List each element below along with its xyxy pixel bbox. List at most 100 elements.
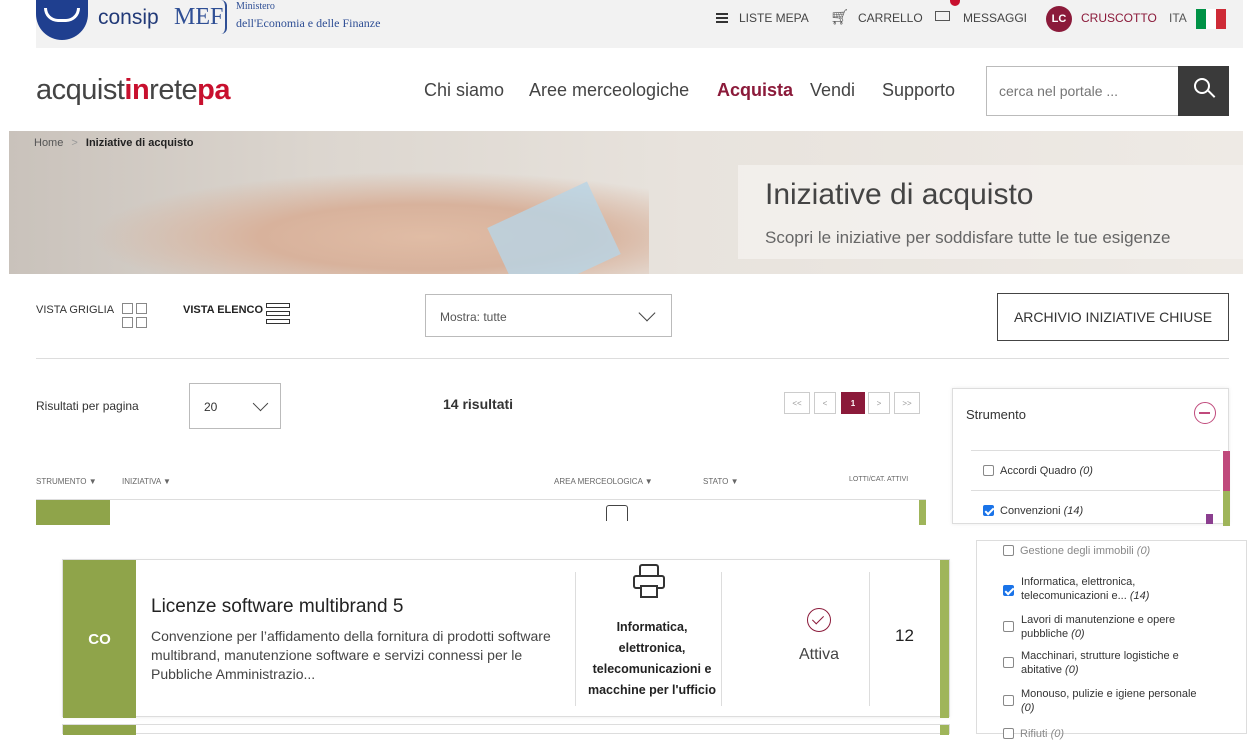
ministero-line2: dell'Economia e delle Finanze — [236, 16, 381, 30]
nav-item-supporto[interactable]: Supporto — [882, 80, 955, 101]
consip-label[interactable]: consip — [98, 6, 159, 30]
archive-button[interactable]: ARCHIVIO INIZIATIVE CHIUSE — [997, 293, 1229, 341]
menu-icon[interactable] — [716, 13, 728, 15]
table-header-iniziativa[interactable]: INIZIATIVA ▼ — [122, 477, 171, 486]
result-row[interactable]: CO Licenze software multibrand 5 Convenz… — [62, 559, 950, 718]
status-label: Attiva — [798, 646, 839, 663]
sidebar-item-area-3[interactable]: Macchinari, strutture logistiche e abita… — [1003, 649, 1213, 677]
list-icon[interactable] — [266, 303, 290, 327]
row-preview-badge — [36, 500, 110, 525]
site-logo[interactable]: acquistinretepa — [36, 74, 230, 107]
area-label: Informatica, elettronica, telecomunicazi… — [587, 620, 716, 697]
nav-item-vendi[interactable]: Vendi — [810, 80, 855, 101]
area-label-2: Lavori di manutenzione e opere pubbliche — [1021, 614, 1176, 640]
sidebar-item-area-2[interactable]: Lavori di manutenzione e opere pubbliche… — [1003, 613, 1213, 641]
area-count-0: (0) — [1136, 545, 1151, 557]
area-count-1: (14) — [1129, 590, 1150, 602]
area-checkbox-3[interactable] — [1003, 657, 1014, 668]
liste-mepa-link[interactable]: LISTE MEPA — [739, 11, 809, 25]
sidebar-item-area-5[interactable]: Rifiuti (0) — [1003, 728, 1213, 740]
grid-view-toggle[interactable]: VISTA GRIGLIA — [36, 304, 114, 316]
accordi-quadro-accent — [1223, 451, 1230, 491]
next-row-preview[interactable] — [62, 724, 950, 735]
sidebar-panel: Strumento Accordi Quadro (0) Convenzioni… — [952, 388, 1230, 526]
table-header-strumento[interactable]: STRUMENTO ▼ — [36, 477, 97, 486]
grid-icon[interactable] — [122, 303, 148, 329]
controls-area: VISTA GRIGLIA VISTA ELENCO Mostra: tutte… — [0, 274, 1247, 526]
badge-label: CO — [88, 630, 111, 648]
breadcrumb-home[interactable]: Home — [34, 137, 63, 149]
area-count-4: (0) — [1021, 702, 1035, 714]
avatar[interactable]: LC — [1046, 6, 1072, 32]
pager-next[interactable]: > — [868, 392, 890, 414]
messaggi-link[interactable]: MESSAGGI — [963, 11, 1027, 25]
header-iniziativa-label: INIZIATIVA — [122, 477, 161, 486]
breadcrumb-current: Iniziative di acquisto — [85, 137, 194, 149]
search-input[interactable] — [986, 66, 1178, 116]
area-label-5: Rifiuti — [1020, 728, 1048, 740]
show-filter-select[interactable]: Mostra: tutte — [425, 294, 672, 337]
carrello-link[interactable]: CARRELLO — [858, 11, 923, 25]
language-selector[interactable]: ITA — [1169, 11, 1187, 25]
accordi-quadro-label: Accordi Quadro — [1000, 465, 1077, 477]
sidebar-item-accordi-quadro[interactable]: Accordi Quadro (0) — [971, 450, 1230, 491]
area-checkbox-4[interactable] — [1003, 695, 1014, 706]
header-strumento-label: STRUMENTO — [36, 477, 87, 486]
pager-first-label: << — [792, 398, 802, 408]
show-filter-value: Mostra: tutte — [440, 310, 507, 324]
sidebar-item-convenzioni[interactable]: Convenzioni (14) — [971, 490, 1230, 526]
pager-page-1-label: 1 — [850, 398, 856, 408]
search-icon-handle — [1207, 90, 1216, 98]
grid-view-label: VISTA GRIGLIA — [36, 304, 115, 316]
pager-prev-label: < — [822, 398, 828, 408]
result-description: Convenzione per l’affidamento della forn… — [151, 628, 551, 682]
convenzioni-checkbox[interactable] — [983, 505, 994, 516]
convenzioni-accent — [1223, 491, 1230, 526]
pager-first[interactable]: << — [784, 392, 810, 414]
cell-divider — [869, 572, 870, 706]
results-count: 14 risultati — [443, 396, 514, 412]
zoomed-sidebar: Gestione degli immobili (0) Informatica,… — [976, 540, 1247, 740]
sidebar-item-area-0[interactable]: Gestione degli immobili (0) — [1003, 545, 1213, 557]
cruscotto-link[interactable]: CRUSCOTTO — [1081, 11, 1157, 25]
area-checkbox-2[interactable] — [1003, 621, 1014, 632]
printer-icon — [606, 505, 628, 521]
nav-item-chi-siamo[interactable]: Chi siamo — [424, 80, 504, 101]
area-checkbox-0[interactable] — [1003, 545, 1014, 556]
sidebar-item-area-4[interactable]: Monouso, pulizie e igiene personale (0) — [1003, 687, 1213, 715]
table-header-area[interactable]: AREA MERCEOLOGICA ▼ — [554, 477, 653, 486]
nav-item-acquista[interactable]: Acquista — [717, 80, 793, 101]
search-button[interactable] — [1178, 66, 1229, 116]
nav-item-aree[interactable]: Aree merceologiche — [529, 80, 689, 101]
pager-page-1[interactable]: 1 — [841, 392, 865, 414]
collapse-icon[interactable] — [1194, 402, 1216, 424]
pager-next-label: > — [876, 398, 882, 408]
area-checkbox-1[interactable] — [1003, 585, 1014, 596]
result-title[interactable]: Licenze software multibrand 5 — [151, 596, 403, 618]
breadcrumb: Home > Iniziative di acquisto — [34, 137, 193, 149]
per-page-select[interactable]: 20 — [189, 383, 281, 429]
list-view-label: VISTA ELENCO — [183, 304, 264, 316]
ministero-line1: Ministero — [236, 1, 275, 12]
convenzioni-label: Convenzioni — [1000, 505, 1061, 517]
mail-icon[interactable] — [935, 11, 950, 21]
sidebar-item-area-1[interactable]: Informatica, elettronica, telecomunicazi… — [1003, 575, 1213, 603]
logo-part-d: pa — [197, 74, 230, 106]
sidebar-title: Strumento — [966, 407, 1026, 422]
convenzioni-row: Convenzioni (14) — [983, 505, 1083, 517]
hero-banner: Home > Iniziative di acquisto Iniziative… — [9, 131, 1243, 274]
pager-last[interactable]: >> — [894, 392, 920, 414]
mef-logo[interactable]: MEF — [174, 4, 223, 31]
accordi-quadro-count: (0) — [1079, 465, 1093, 477]
sidebar-purple-accent — [1206, 514, 1213, 524]
table-header-stato[interactable]: STATO ▼ — [703, 477, 738, 486]
area-count-5: (0) — [1050, 728, 1065, 740]
list-view-toggle[interactable]: VISTA ELENCO — [183, 304, 263, 316]
accordi-quadro-checkbox[interactable] — [983, 465, 994, 476]
table-row-preview[interactable] — [36, 499, 926, 525]
cell-divider — [575, 572, 576, 706]
logo-part-a: acquist — [36, 74, 125, 106]
lotti-count: 12 — [895, 626, 914, 645]
cart-icon[interactable]: 🛒︎ — [830, 8, 849, 26]
pager-prev[interactable]: < — [814, 392, 836, 414]
